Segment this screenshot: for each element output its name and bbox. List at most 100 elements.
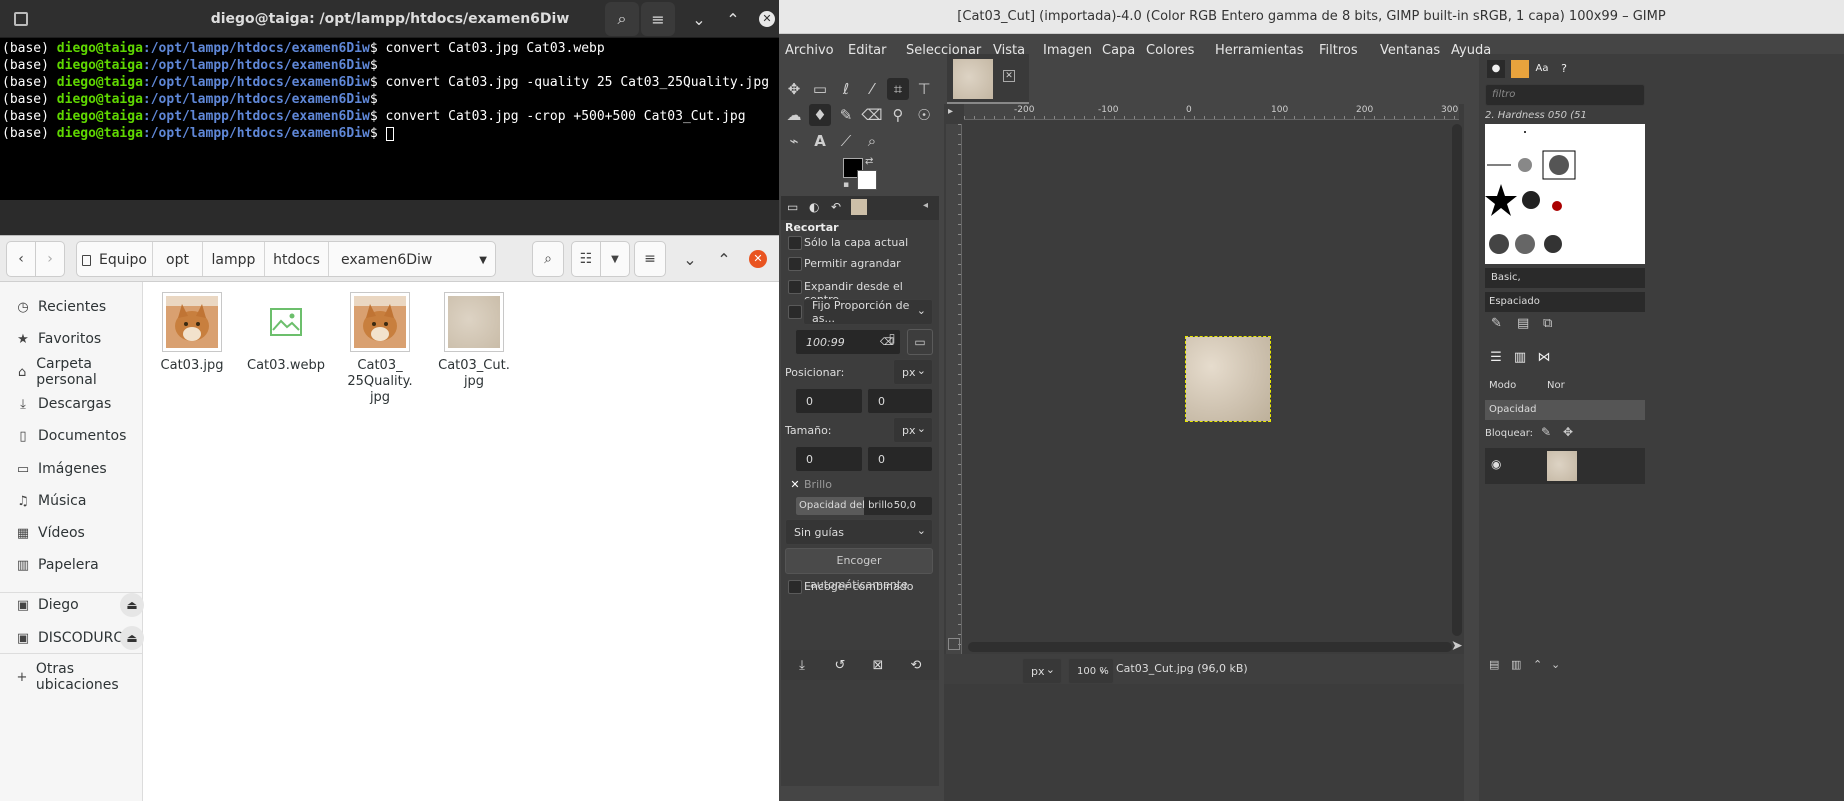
- channels-tab-icon[interactable]: ▥: [1509, 350, 1531, 372]
- menu-capa[interactable]: Capa: [1102, 38, 1135, 64]
- text-tool-icon[interactable]: A: [809, 130, 831, 152]
- file-item-cat03-cut-jpg[interactable]: Cat03_Cut. jpg: [426, 292, 522, 390]
- image-canvas[interactable]: [1185, 336, 1271, 422]
- menu-editar[interactable]: Editar: [848, 38, 887, 64]
- expand-from-center-checkbox[interactable]: [788, 280, 802, 294]
- paintbrush-tool-icon[interactable]: ✎: [835, 104, 857, 126]
- move-tool-icon[interactable]: ✥: [783, 78, 805, 100]
- dock-tab-brushes[interactable]: ●: [1487, 60, 1505, 78]
- top-ruler[interactable]: -200 -100 0 100 200 300: [964, 104, 1459, 120]
- breadcrumb-equipo[interactable]: Equipo: [77, 242, 153, 276]
- crop-tool-icon[interactable]: ⌗: [887, 78, 909, 100]
- new-tab-button[interactable]: [4, 2, 38, 36]
- guides-dropdown[interactable]: Sin guías ⌄: [785, 519, 933, 545]
- back-button[interactable]: ‹: [6, 241, 36, 277]
- zoom-dropdown[interactable]: 100 % ⌄: [1068, 658, 1114, 684]
- files-menu-button[interactable]: ≡: [634, 241, 666, 277]
- terminal-maximize-button[interactable]: ⌃: [716, 2, 750, 36]
- sidebar-item-otras-ubicaciones[interactable]: + Otras ubicaciones: [0, 658, 142, 696]
- dock-tab-fonts[interactable]: Aa: [1533, 60, 1551, 78]
- rect-select-tool-icon[interactable]: ▭: [809, 78, 831, 100]
- new-layer-icon[interactable]: ▤: [1489, 658, 1499, 671]
- brush-tag-field[interactable]: Basic,: [1485, 268, 1645, 288]
- layer-opacity-slider[interactable]: Opacidad: [1485, 400, 1645, 420]
- autoshrink-button[interactable]: Encoger automáticamente: [785, 548, 933, 591]
- file-item-cat03-webp[interactable]: Cat03.webp: [238, 292, 334, 374]
- raise-layer-icon[interactable]: ⌃: [1533, 658, 1542, 671]
- eye-icon[interactable]: ◉: [1491, 457, 1501, 471]
- breadcrumb-htdocs[interactable]: htdocs: [265, 242, 329, 276]
- dock-tab-help[interactable]: ?: [1555, 60, 1573, 78]
- terminal-minimize-button[interactable]: ⌄: [682, 2, 716, 36]
- color-picker-tool-icon[interactable]: ⟋: [835, 130, 857, 152]
- position-y-input[interactable]: 0: [867, 388, 933, 414]
- view-options-button[interactable]: ▼: [600, 241, 630, 277]
- terminal-search-button[interactable]: ⌕: [605, 2, 639, 36]
- allow-growing-checkbox[interactable]: [788, 257, 802, 271]
- eject-diego-button[interactable]: ⏏: [120, 593, 144, 617]
- transform-tool-icon[interactable]: ⊤: [913, 78, 935, 100]
- menu-ventanas[interactable]: Ventanas: [1380, 38, 1440, 64]
- menu-imagen[interactable]: Imagen: [1043, 38, 1092, 64]
- menu-colores[interactable]: Colores: [1146, 38, 1194, 64]
- layer-group-icon[interactable]: ▥: [1511, 658, 1521, 671]
- duplicate-brush-icon[interactable]: ⧉: [1543, 316, 1552, 331]
- paths-tool-icon[interactable]: ⌁: [783, 130, 805, 152]
- sidebar-item-papelera[interactable]: ▥ Papelera: [0, 546, 142, 584]
- breadcrumb-lampp[interactable]: lampp: [203, 242, 265, 276]
- zoom-tool-icon[interactable]: ⌕: [861, 130, 883, 152]
- position-x-input[interactable]: 0: [795, 388, 863, 414]
- background-color-swatch[interactable]: [857, 170, 877, 190]
- shrink-merged-checkbox[interactable]: [788, 580, 802, 594]
- tool-options-tab-icon[interactable]: ▭: [787, 200, 798, 214]
- menu-archivo[interactable]: Archivo: [785, 38, 834, 64]
- files-close-button[interactable]: ✕: [741, 242, 775, 276]
- smudge-tool-icon[interactable]: ☉: [913, 104, 935, 126]
- unit-dropdown[interactable]: px ⌄: [1022, 658, 1062, 684]
- bucket-fill-tool-icon[interactable]: ♦: [809, 104, 831, 126]
- warp-tool-icon[interactable]: ☁: [783, 104, 805, 126]
- left-ruler[interactable]: [946, 124, 962, 654]
- position-unit-dropdown[interactable]: px ⌄: [893, 359, 933, 385]
- portrait-button[interactable]: ▯: [881, 331, 903, 353]
- layers-tab-icon[interactable]: ☰: [1485, 350, 1507, 372]
- menu-herramientas[interactable]: Herramientas: [1215, 38, 1304, 64]
- save-options-icon[interactable]: ⤓: [791, 654, 813, 676]
- images-tab-icon[interactable]: [851, 199, 867, 215]
- layer-mode-dropdown[interactable]: Nor: [1547, 376, 1647, 396]
- lock-position-icon[interactable]: ✥: [1563, 425, 1573, 439]
- restore-options-icon[interactable]: ↺: [829, 654, 851, 676]
- navigate-icon[interactable]: ➤: [1451, 638, 1463, 654]
- file-item-cat03-25quality-jpg[interactable]: Cat03_ 25Quality. jpg: [332, 292, 428, 406]
- drawing-area[interactable]: [964, 124, 1456, 654]
- eject-discoduro-button[interactable]: ⏏: [120, 626, 144, 650]
- device-status-tab-icon[interactable]: ◐: [809, 200, 819, 214]
- breadcrumb-opt[interactable]: opt: [153, 242, 203, 276]
- vertical-scrollbar[interactable]: [1452, 124, 1462, 636]
- close-icon[interactable]: ✕: [1003, 70, 1015, 82]
- fixed-mode-dropdown[interactable]: Fijo Proporción de as... ⌄: [803, 299, 933, 325]
- reset-options-icon[interactable]: ⟲: [905, 654, 927, 676]
- spacing-slider[interactable]: Espaciado: [1485, 292, 1645, 312]
- files-maximize-button[interactable]: ⌃: [707, 242, 741, 276]
- brush-grid[interactable]: [1485, 124, 1645, 264]
- terminal-output[interactable]: (base) diego@taiga:/opt/lampp/htdocs/exa…: [2, 40, 772, 142]
- only-current-layer-checkbox[interactable]: [788, 236, 802, 250]
- fixed-checkbox[interactable]: [788, 305, 802, 319]
- highlight-opacity-slider[interactable]: Opacidad del brillo 50,0: [795, 496, 933, 516]
- swap-colors-icon[interactable]: ⇄: [865, 156, 873, 167]
- horizontal-scrollbar[interactable]: [968, 642, 1452, 652]
- breadcrumb-examen6diw[interactable]: examen6Diw ▼: [329, 242, 495, 276]
- view-toggle-button[interactable]: ☷: [571, 241, 601, 277]
- highlight-checkbox[interactable]: ✕: [788, 478, 802, 492]
- clone-tool-icon[interactable]: ⚲: [887, 104, 909, 126]
- new-brush-icon[interactable]: ▤: [1517, 316, 1529, 331]
- files-minimize-button[interactable]: ⌄: [673, 242, 707, 276]
- size-height-input[interactable]: 0: [867, 446, 933, 472]
- reset-colors-icon[interactable]: ▪: [843, 180, 849, 190]
- ruler-corner[interactable]: ▸: [948, 106, 962, 120]
- brush-filter-input[interactable]: filtro: [1485, 84, 1645, 106]
- lock-pixels-icon[interactable]: ✎: [1541, 425, 1551, 439]
- edit-brush-icon[interactable]: ✎: [1491, 316, 1502, 331]
- menu-filtros[interactable]: Filtros: [1319, 38, 1358, 64]
